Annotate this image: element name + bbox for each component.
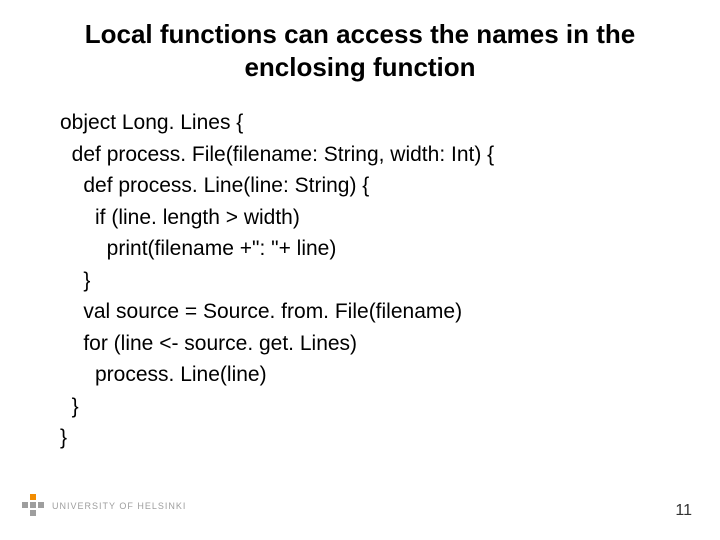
code-line: for (line <- source. get. Lines) xyxy=(60,328,660,360)
code-line: process. Line(line) xyxy=(60,359,660,391)
code-line: } xyxy=(60,265,660,297)
page-number: 11 xyxy=(675,502,692,520)
code-line: object Long. Lines { xyxy=(60,107,660,139)
code-line: def process. File(filename: String, widt… xyxy=(60,139,660,171)
slide-title: Local functions can access the names in … xyxy=(0,0,720,93)
code-line: if (line. length > width) xyxy=(60,202,660,234)
university-name: UNIVERSITY OF HELSINKI xyxy=(52,501,186,511)
slide: Local functions can access the names in … xyxy=(0,0,720,540)
code-block: object Long. Lines { def process. File(f… xyxy=(0,93,720,454)
code-line: print(filename +": "+ line) xyxy=(60,233,660,265)
code-line: } xyxy=(60,391,660,423)
code-line: } xyxy=(60,422,660,454)
university-logo: UNIVERSITY OF HELSINKI xyxy=(16,488,196,526)
code-line: def process. Line(line: String) { xyxy=(60,170,660,202)
code-line: val source = Source. from. File(filename… xyxy=(60,296,660,328)
